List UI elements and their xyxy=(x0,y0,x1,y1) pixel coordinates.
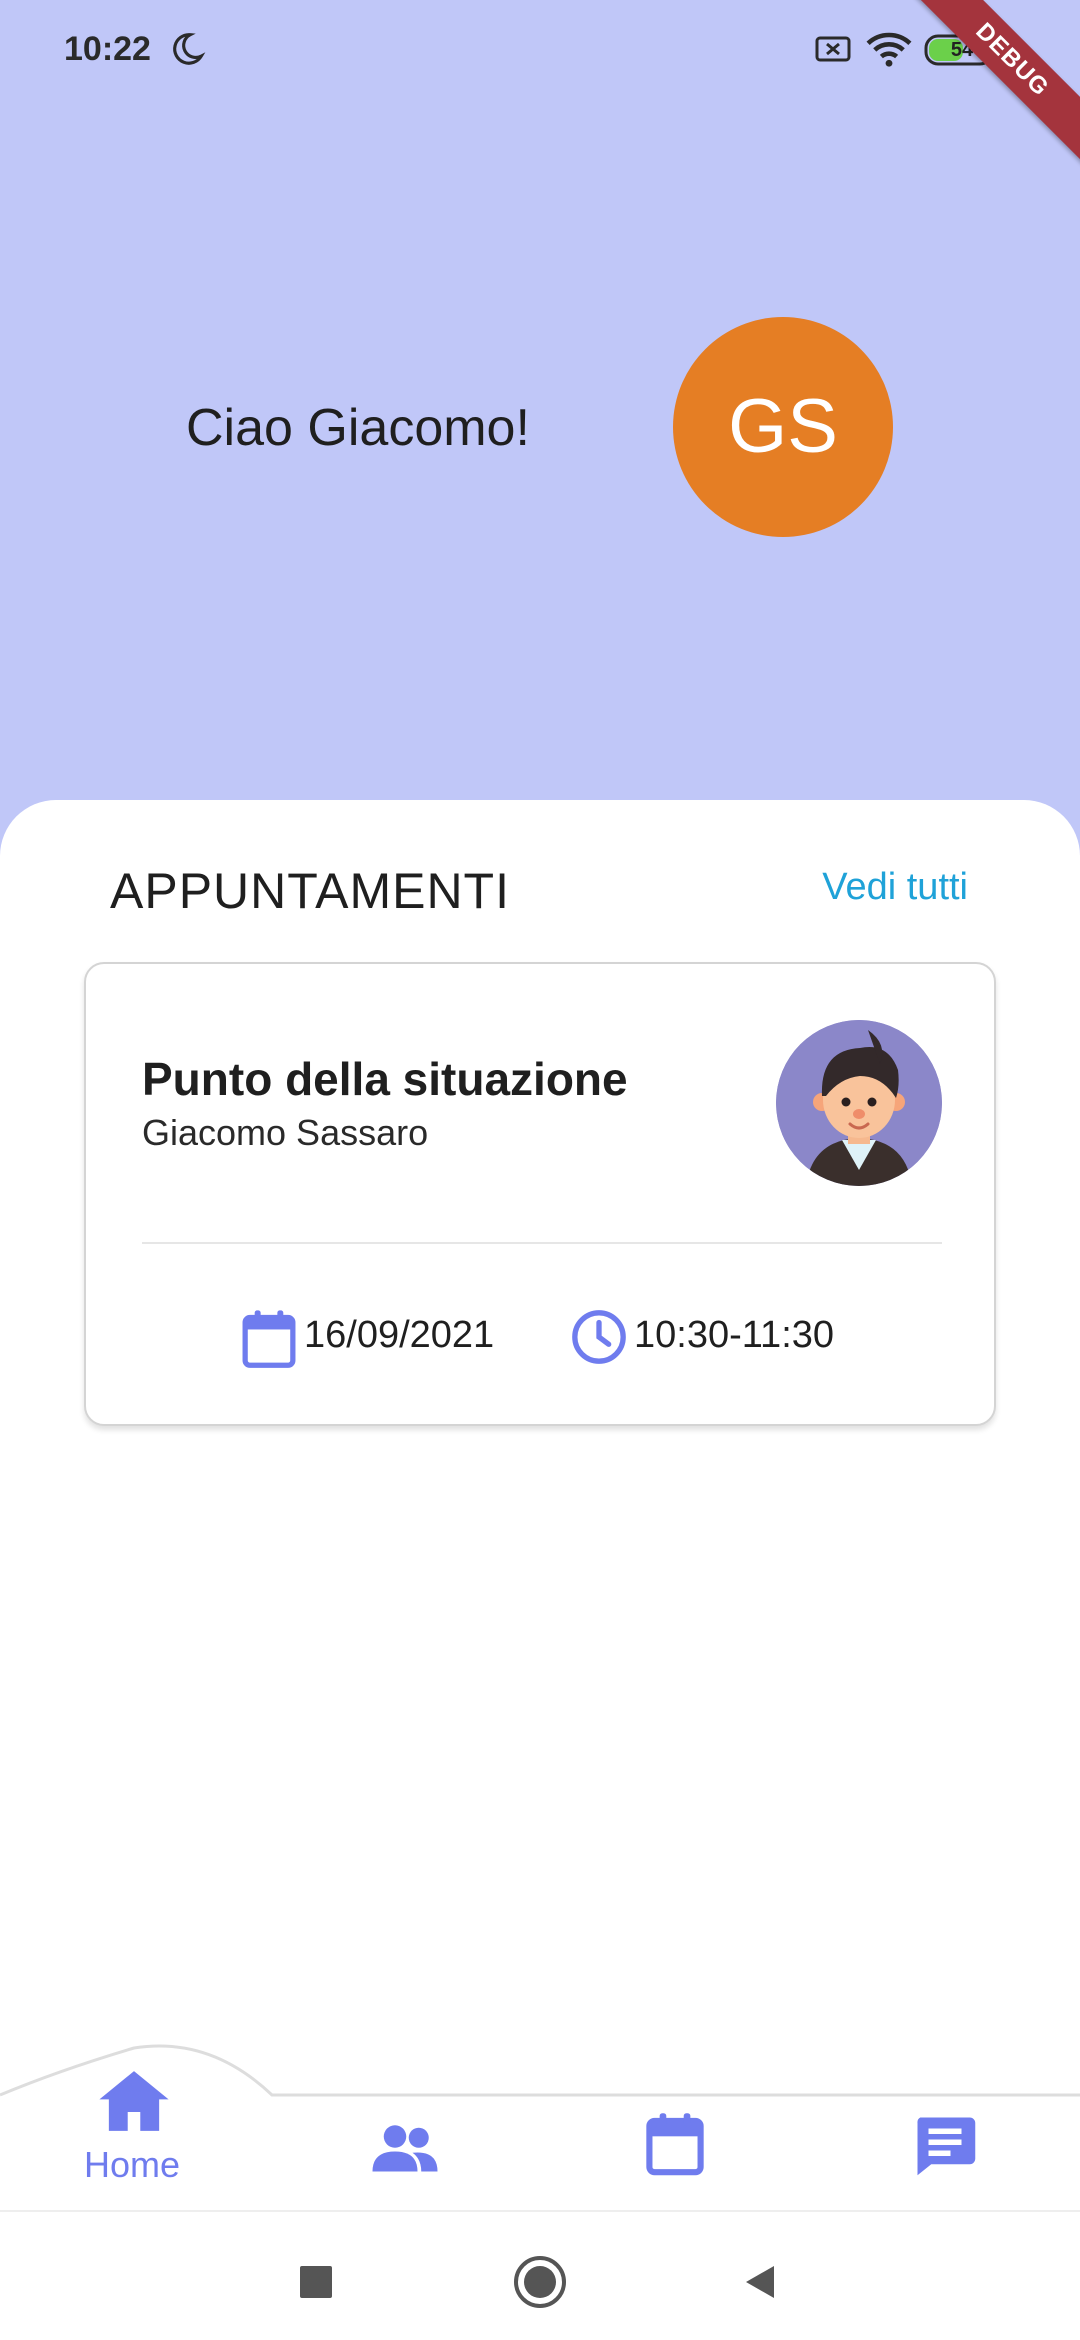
nav-home-label[interactable]: Home xyxy=(84,2144,180,2186)
bottom-navigation: Home xyxy=(0,2040,1080,2210)
recents-square-icon[interactable] xyxy=(300,2266,332,2298)
appointment-date: 16/09/2021 xyxy=(304,1314,495,1356)
status-bar: 10:22 54 xyxy=(0,0,1080,100)
appointment-person: Giacomo Sassaro xyxy=(142,1112,429,1153)
person-avatar-icon xyxy=(776,1020,942,1186)
header-background xyxy=(0,0,1080,860)
home-circle-icon[interactable] xyxy=(512,2254,568,2310)
calendar-icon xyxy=(242,1310,296,1368)
moon-icon xyxy=(173,33,206,65)
battery-saver-x-icon xyxy=(815,36,851,62)
appointment-card[interactable]: Punto della situazione Giacomo Sassaro 1… xyxy=(84,962,996,1426)
people-icon[interactable] xyxy=(370,2124,440,2174)
clock-icon xyxy=(572,1310,626,1364)
card-divider xyxy=(142,1242,942,1244)
see-all-link[interactable]: Vedi tutti xyxy=(822,866,968,909)
home-icon xyxy=(99,2071,169,2131)
status-time: 10:22 xyxy=(64,30,151,68)
appointment-title: Punto della situazione xyxy=(142,1053,628,1105)
appointments-section-title: APPUNTAMENTI xyxy=(110,863,510,919)
greeting-text: Ciao Giacomo! xyxy=(186,399,530,457)
appointment-time: 10:30-11:30 xyxy=(634,1314,835,1356)
user-avatar[interactable]: GS xyxy=(673,317,893,537)
back-triangle-icon[interactable] xyxy=(740,2262,780,2302)
chat-icon[interactable] xyxy=(912,2112,978,2178)
system-navigation-bar xyxy=(0,2210,1080,2340)
wifi-icon xyxy=(866,32,912,67)
calendar-nav-icon[interactable] xyxy=(644,2112,706,2176)
